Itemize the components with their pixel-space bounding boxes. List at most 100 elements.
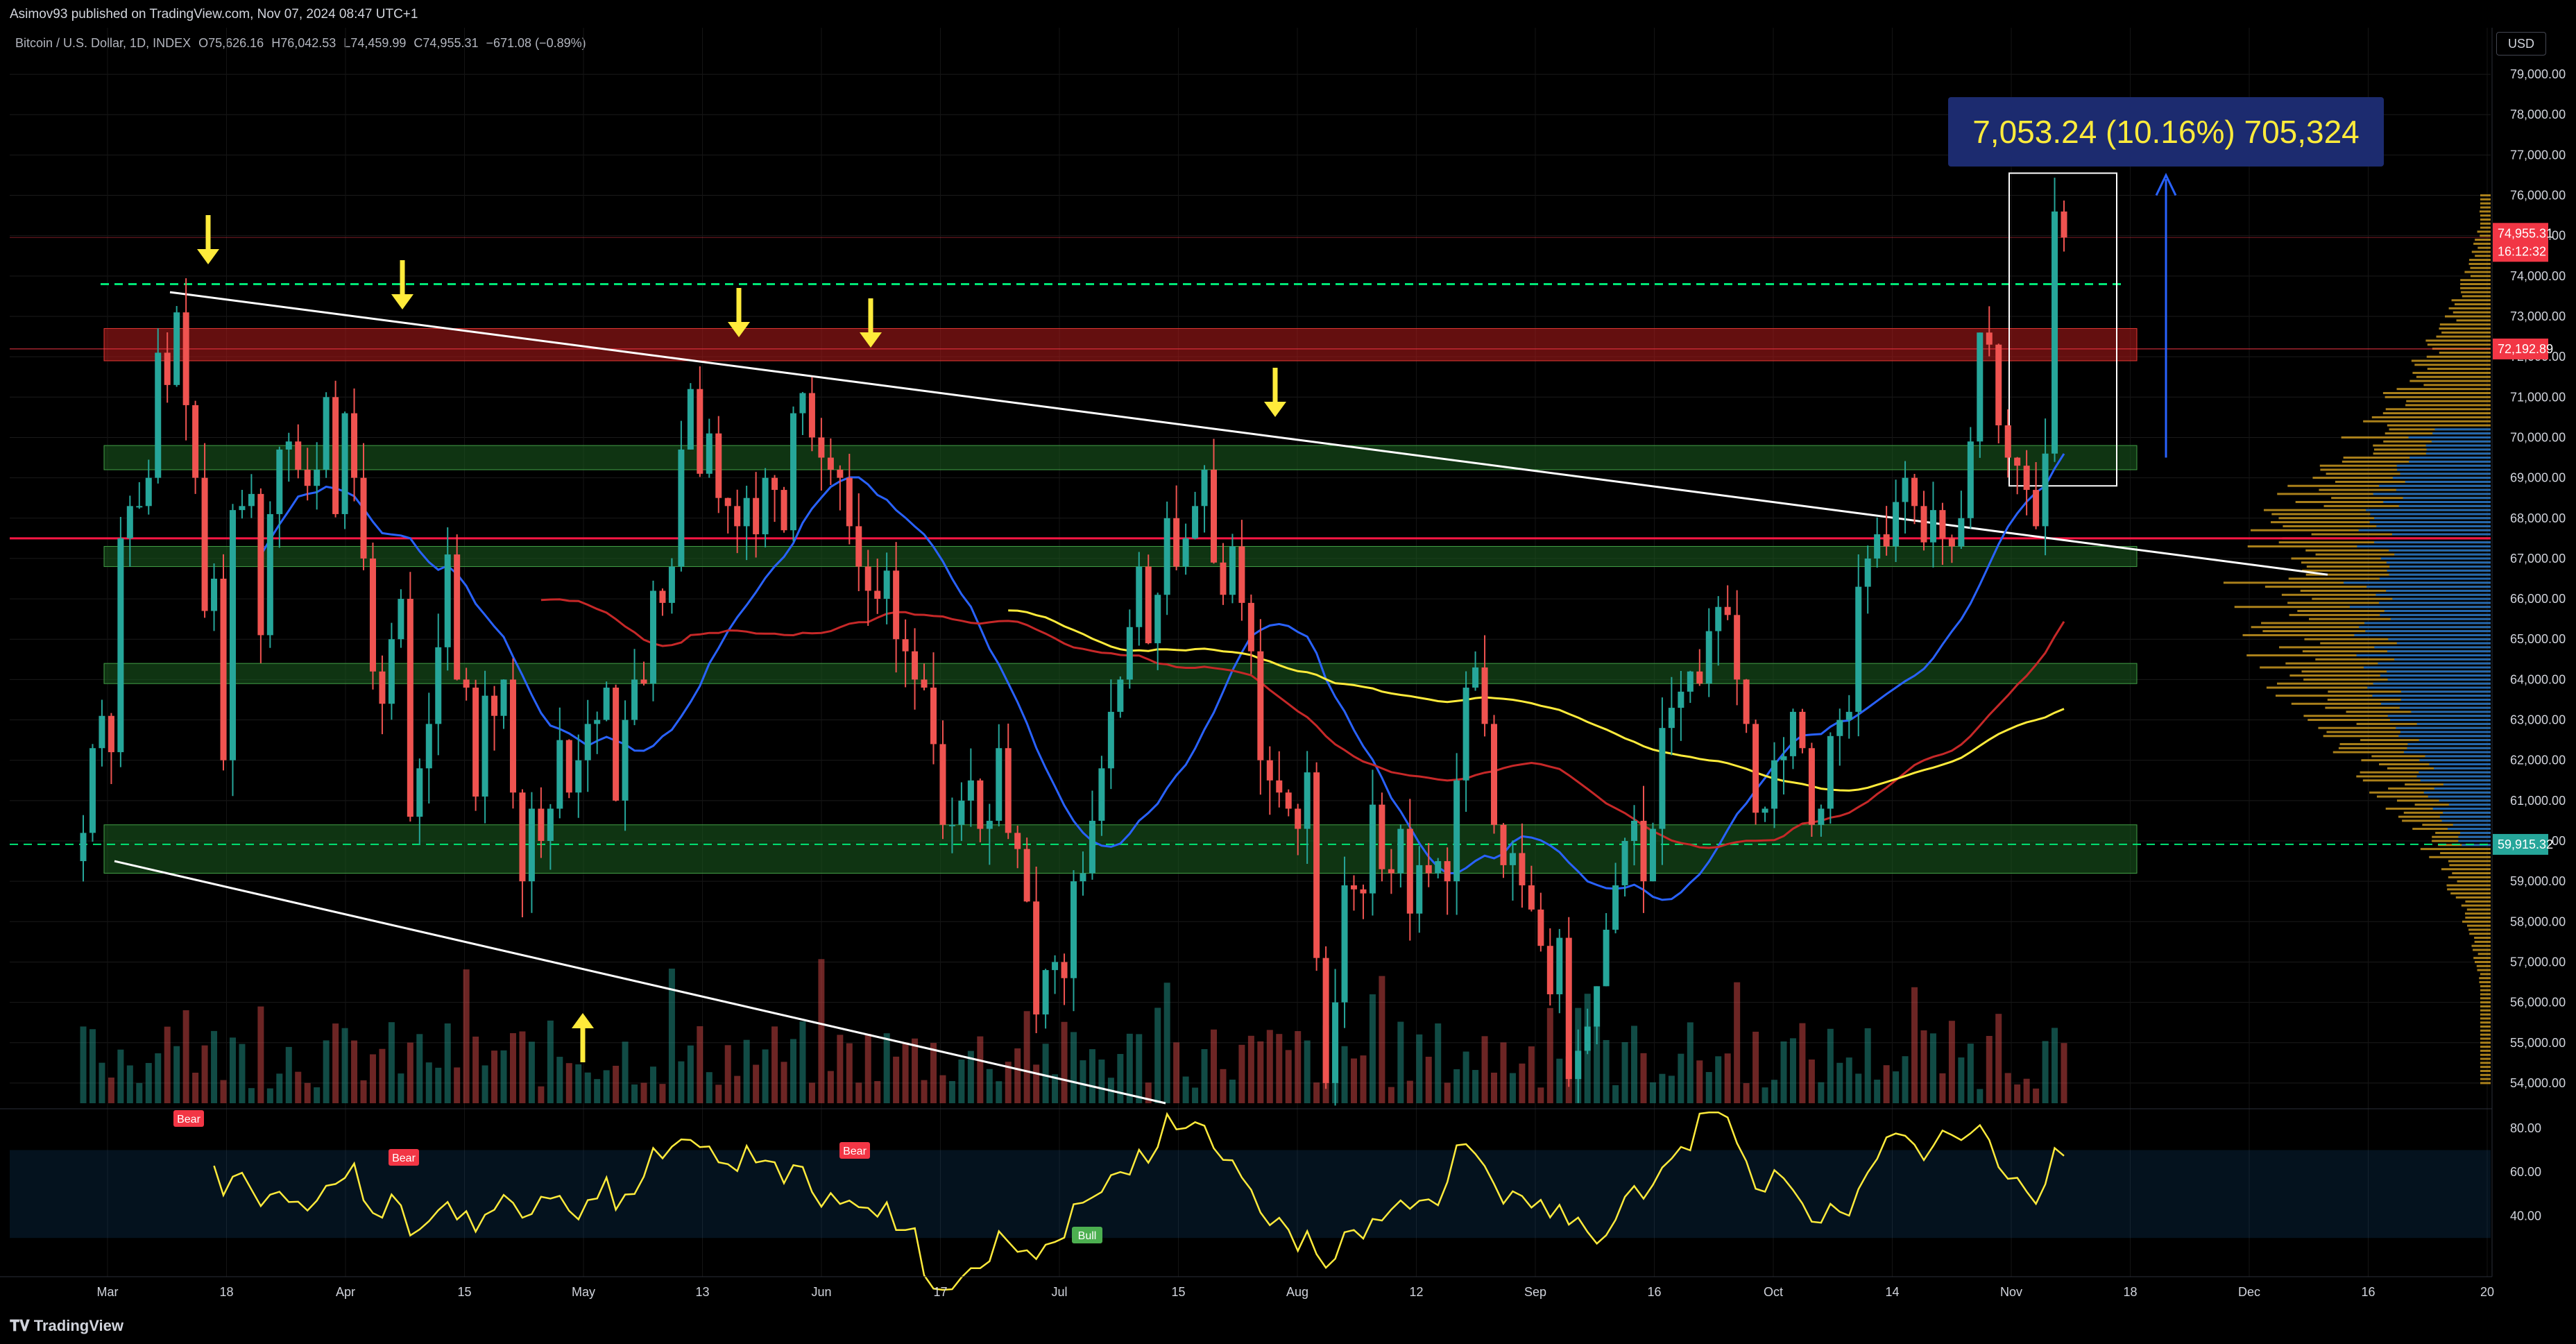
vp-bar-blue bbox=[2389, 549, 2491, 552]
volume-bar bbox=[734, 1075, 741, 1103]
vp-bar-blue bbox=[2419, 771, 2491, 774]
volume-bar bbox=[80, 1026, 87, 1103]
volume-bar bbox=[388, 1022, 395, 1103]
time-tick-label: 15 bbox=[1171, 1285, 1185, 1299]
price-tick-label: 57,000.00 bbox=[2510, 955, 2566, 969]
candle-body bbox=[1827, 735, 1834, 809]
vp-bar-gold bbox=[2409, 380, 2491, 382]
vp-bar-blue bbox=[2380, 613, 2491, 616]
volume-bar bbox=[1435, 1023, 1442, 1103]
vp-bar-blue bbox=[2443, 783, 2491, 786]
volume-bar bbox=[855, 1082, 862, 1103]
vp-bar-blue bbox=[2366, 509, 2491, 511]
rsi-pane: 80.00 60.00 40.00 Bear Bear Bear Bull bbox=[10, 1110, 2541, 1291]
volume-bar bbox=[575, 1064, 582, 1103]
volume-bar bbox=[1752, 1031, 1759, 1103]
vp-bar-blue bbox=[2416, 775, 2491, 778]
volume-bar bbox=[1351, 1058, 1358, 1103]
candle-body bbox=[229, 510, 236, 760]
vp-bar-blue bbox=[2369, 521, 2491, 524]
vp-bar-gold bbox=[2461, 291, 2491, 294]
candle-body bbox=[323, 397, 330, 470]
volume-bar bbox=[743, 1039, 750, 1103]
candle-body bbox=[509, 679, 516, 793]
volume-bar bbox=[1220, 1069, 1227, 1103]
candle-body bbox=[173, 312, 180, 385]
candle-body bbox=[257, 493, 264, 636]
volume-bar bbox=[584, 1072, 591, 1103]
volume-bar bbox=[1855, 1073, 1862, 1103]
arrow-head bbox=[197, 249, 219, 264]
volume-bar bbox=[266, 1088, 273, 1103]
candle-body bbox=[1163, 518, 1170, 595]
vp-bar-blue bbox=[2358, 529, 2491, 531]
time-tick-label: 18 bbox=[2123, 1285, 2137, 1299]
candle-body bbox=[1556, 937, 1563, 994]
candle-body bbox=[500, 679, 507, 716]
vp-bar-blue bbox=[2429, 763, 2491, 766]
vp-bar-blue bbox=[2366, 586, 2491, 588]
vp-bar-blue bbox=[2387, 650, 2491, 653]
volume-bar bbox=[1771, 1080, 1778, 1103]
vp-bar-blue bbox=[2425, 444, 2491, 447]
signal-badge: Bear bbox=[177, 1114, 201, 1125]
vp-bar-blue bbox=[2416, 722, 2491, 725]
candle-body bbox=[388, 639, 395, 704]
candle-body bbox=[855, 526, 862, 567]
candle-body bbox=[1752, 724, 1759, 813]
volume-bar bbox=[1780, 1041, 1787, 1103]
candle-body bbox=[239, 506, 246, 511]
vp-bar-gold bbox=[2480, 989, 2491, 992]
candle-body bbox=[958, 800, 965, 825]
volume-bar bbox=[678, 1061, 685, 1103]
volume-bar bbox=[1743, 1083, 1750, 1103]
candle-body bbox=[753, 497, 760, 535]
vp-bar-blue bbox=[2388, 638, 2491, 640]
candlesticks[interactable] bbox=[80, 178, 2067, 1106]
candle-body bbox=[1659, 728, 1666, 829]
time-axis[interactable]: Mar 18 Apr 15 May 13 Jun 17 Jul 15 Aug 12 Sep 16 Oct 14… bbox=[97, 1285, 2495, 1299]
candle-body bbox=[1136, 566, 1143, 627]
vp-bar-blue bbox=[2391, 533, 2491, 536]
vp-bar-blue bbox=[2434, 428, 2491, 431]
candle-body bbox=[1780, 756, 1787, 760]
vp-bar-blue bbox=[2426, 448, 2491, 451]
vp-bar-blue bbox=[2378, 662, 2491, 665]
price-tick-label: 59,000.00 bbox=[2510, 874, 2566, 888]
vp-bar-blue bbox=[2419, 739, 2491, 742]
candle-body bbox=[697, 389, 703, 474]
volume-bar bbox=[1836, 1062, 1843, 1103]
price-chart[interactable]: 80.00 60.00 40.00 Bear Bear Bear Bull 79,000.0… bbox=[0, 0, 2576, 1344]
candle-body bbox=[818, 437, 825, 458]
tradingview-logo[interactable]: 𝐓𝐕 TradingView bbox=[10, 1317, 123, 1335]
volume-bar bbox=[407, 1042, 413, 1103]
candle-body bbox=[1257, 651, 1264, 760]
vp-bar-gold bbox=[2471, 944, 2491, 947]
time-tick-label: Nov bbox=[2000, 1285, 2022, 1299]
down-arrow-1 bbox=[197, 215, 219, 264]
vp-bar-gold bbox=[2480, 218, 2491, 221]
candle-body bbox=[678, 449, 685, 567]
candle-body bbox=[556, 740, 563, 809]
candle-body bbox=[1229, 546, 1236, 595]
vp-bar-blue bbox=[2372, 695, 2491, 697]
vp-bar-gold bbox=[2477, 230, 2491, 233]
vp-bar-gold bbox=[2475, 255, 2491, 257]
vp-bar-gold bbox=[2480, 1009, 2491, 1012]
vp-bar-blue bbox=[2453, 824, 2491, 826]
volume-bar bbox=[893, 1056, 900, 1103]
volume-bar bbox=[912, 1038, 919, 1103]
vp-bar-blue bbox=[2396, 642, 2491, 645]
vp-bar-blue bbox=[2394, 658, 2491, 661]
price-tick-label: 58,000.00 bbox=[2510, 915, 2566, 928]
candle-body bbox=[1546, 946, 1553, 994]
candle-body bbox=[1071, 881, 1077, 978]
volume-bar bbox=[257, 1006, 264, 1103]
vp-bar-blue bbox=[2387, 670, 2491, 673]
vp-bar-blue bbox=[2374, 541, 2491, 544]
vp-bar-gold bbox=[2480, 1049, 2491, 1052]
vp-bar-blue bbox=[2392, 477, 2491, 479]
volume-bar bbox=[435, 1067, 442, 1103]
vp-bar-blue bbox=[2428, 795, 2491, 798]
candle-body bbox=[827, 457, 834, 470]
